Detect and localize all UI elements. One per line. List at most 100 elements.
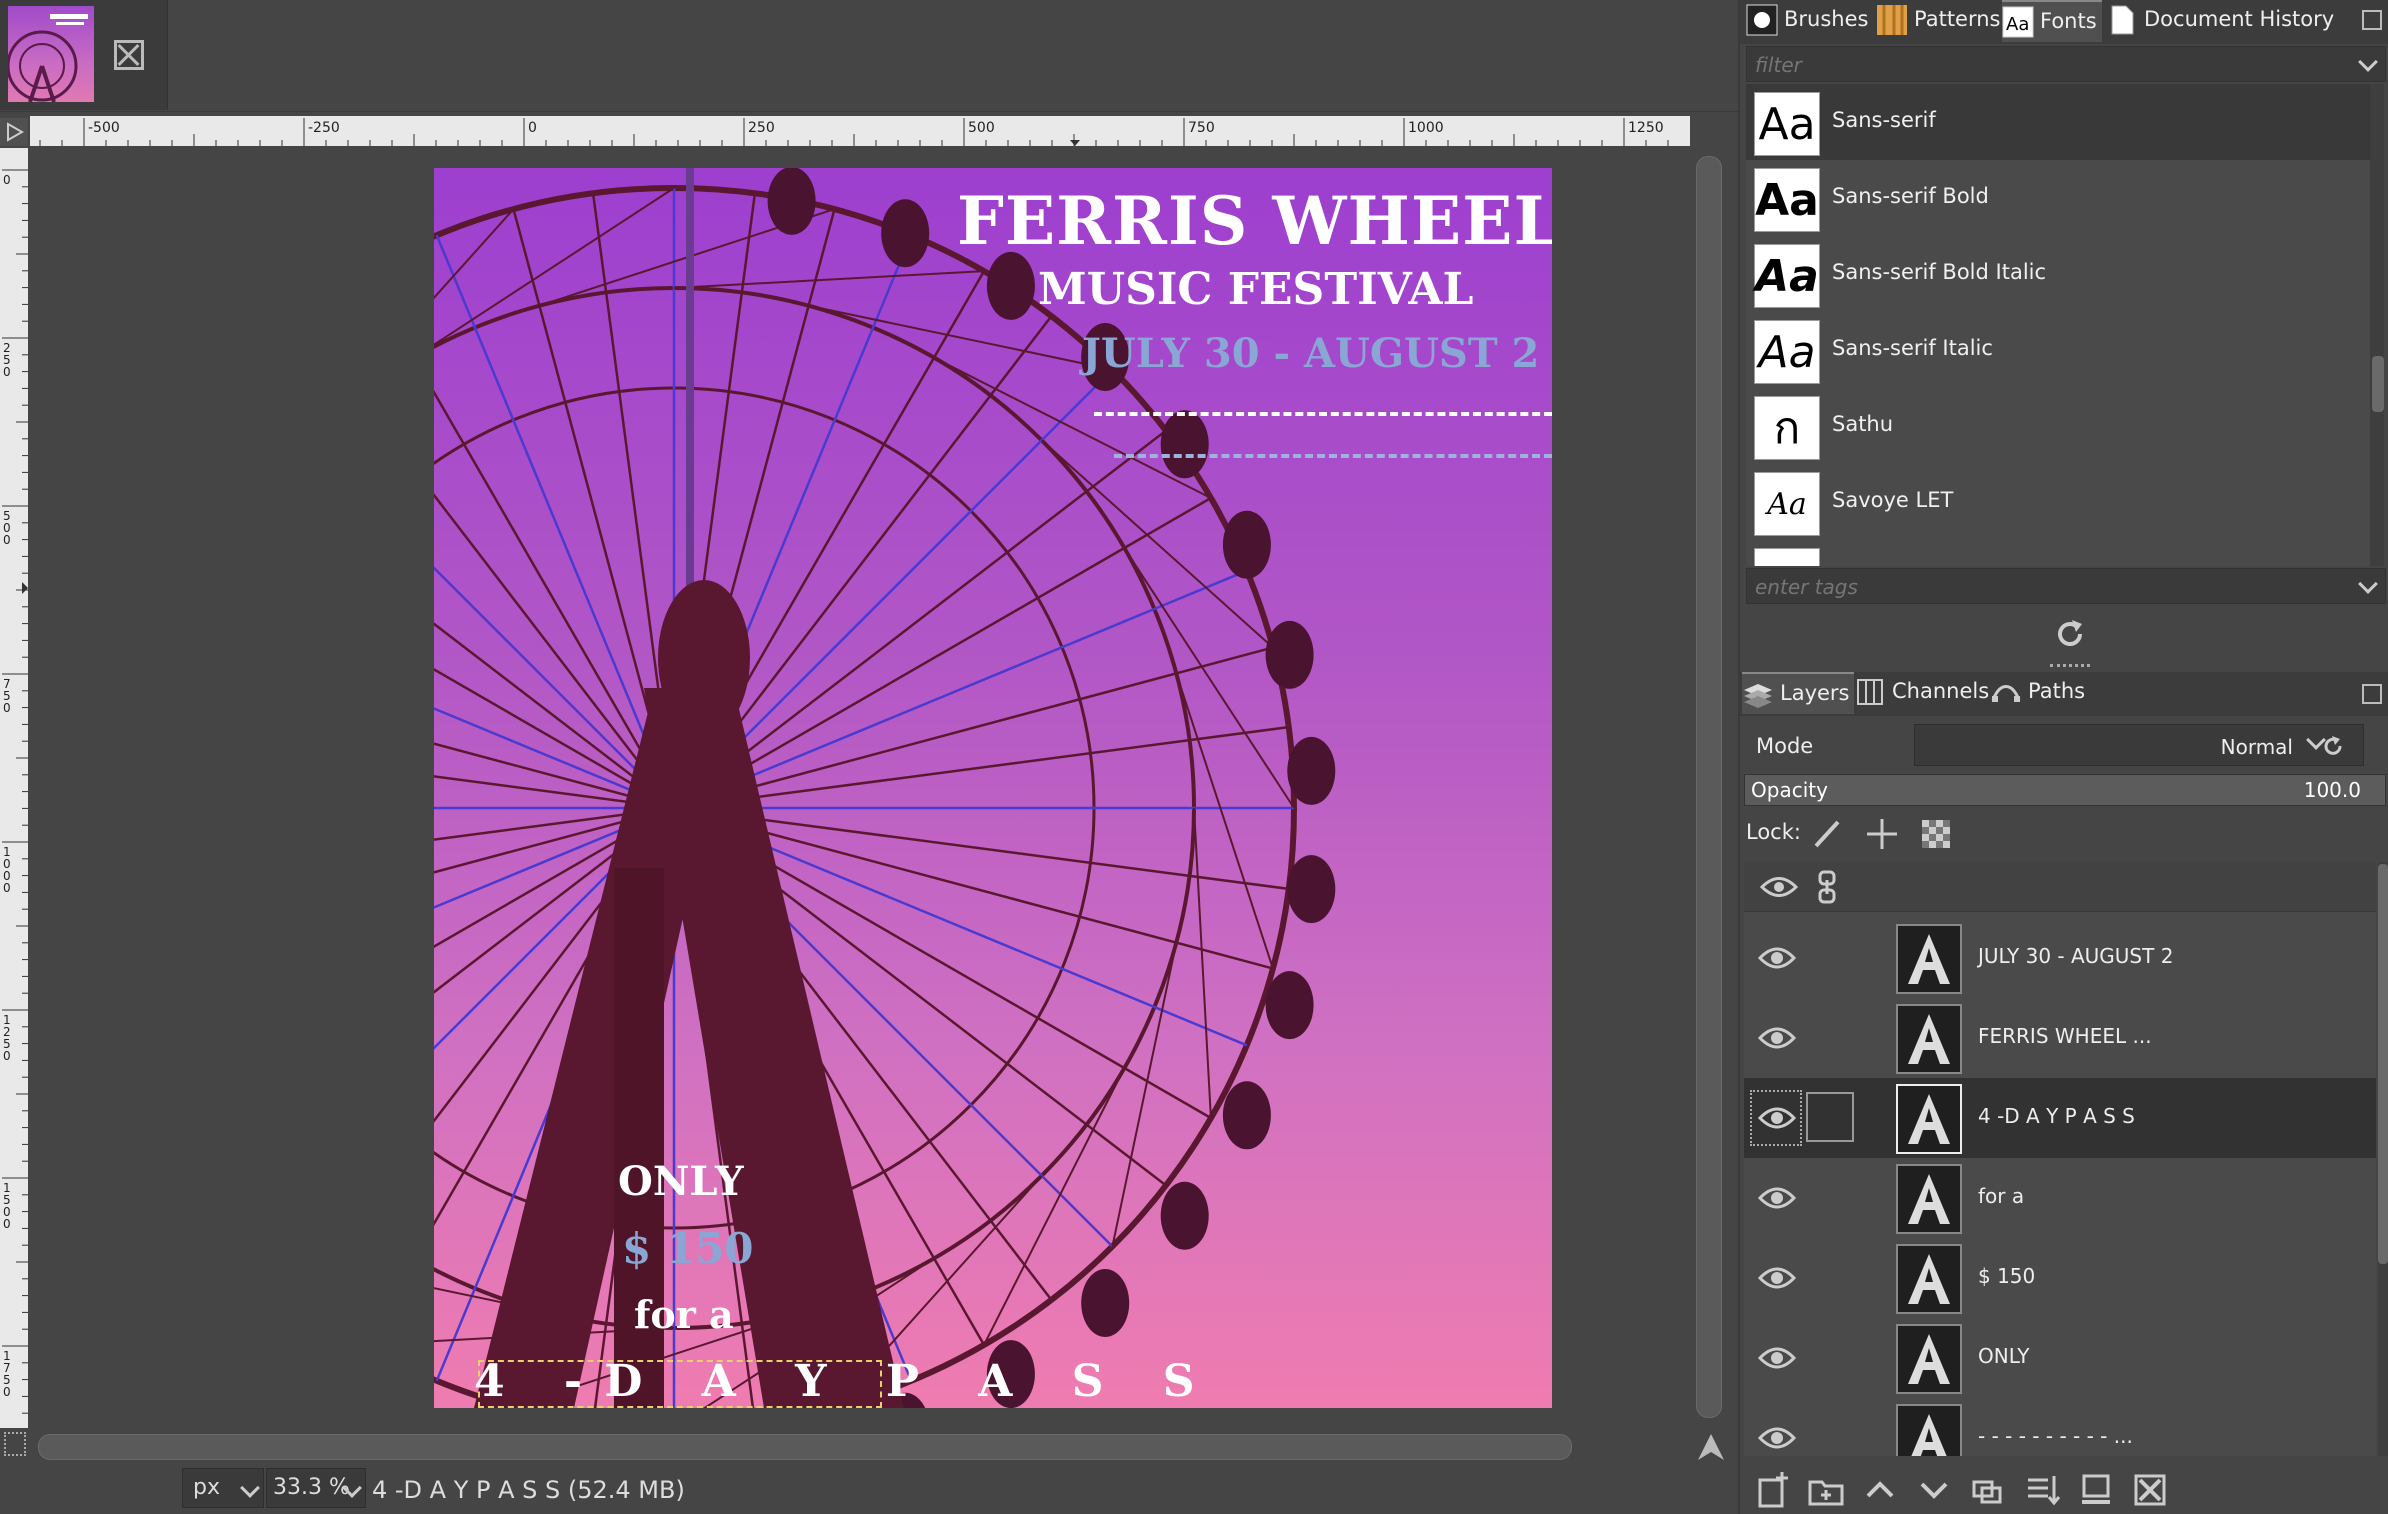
- navigate-icon[interactable]: [1696, 1432, 1726, 1462]
- tab-label: Patterns: [1914, 7, 2001, 31]
- tags-bar: [1746, 568, 2386, 604]
- layer-row[interactable]: for a: [1744, 1158, 2376, 1238]
- eye-icon[interactable]: [1759, 872, 1799, 906]
- new-layer-group-icon[interactable]: [1806, 1470, 1846, 1510]
- tab-label: Fonts: [2040, 9, 2097, 33]
- eye-icon[interactable]: [1757, 942, 1797, 974]
- image-thumbnail[interactable]: [8, 6, 94, 102]
- font-row-sans-serif-bold[interactable]: Aa Sans-serif Bold: [1746, 160, 2372, 236]
- layer-row[interactable]: ONLY: [1744, 1318, 2376, 1398]
- tab-patterns[interactable]: Patterns: [1876, 0, 2002, 42]
- font-preview: Aa: [1754, 244, 1820, 308]
- layer-row[interactable]: - - - - - - - - - - ...: [1744, 1398, 2376, 1456]
- layer-name: for a: [1978, 1184, 2025, 1208]
- font-row-sans-serif[interactable]: Aa Sans-serif: [1746, 84, 2372, 160]
- image-canvas[interactable]: FERRIS WHEEL MUSIC FESTIVAL JULY 30 - AU…: [30, 148, 1690, 1428]
- font-row-sans-serif-bold-italic[interactable]: Aa Sans-serif Bold Italic: [1746, 236, 2372, 312]
- layers-menu-icon[interactable]: [2362, 684, 2382, 704]
- mode-select[interactable]: Normal: [1914, 724, 2364, 766]
- font-row-savoye-let[interactable]: Aa Savoye LET: [1746, 464, 2372, 540]
- close-icon[interactable]: [114, 40, 144, 70]
- poster-pass-text[interactable]: 4 -D A Y P A S S: [474, 1356, 1217, 1407]
- panel-resize-grip[interactable]: [2050, 664, 2090, 670]
- eye-icon[interactable]: [1757, 1262, 1797, 1294]
- filter-input[interactable]: [1755, 51, 2345, 79]
- tab-label: Document History: [2144, 7, 2335, 31]
- layer-list-scrollbar[interactable]: [2378, 862, 2388, 1456]
- eye-icon[interactable]: [1757, 1102, 1797, 1134]
- eye-icon[interactable]: [1757, 1182, 1797, 1214]
- horizontal-scroll-thumb[interactable]: [38, 1434, 1572, 1460]
- tab-label: Brushes: [1784, 7, 1869, 31]
- layer-row[interactable]: $ 150: [1744, 1238, 2376, 1318]
- reset-mode-icon[interactable]: [2322, 734, 2346, 758]
- dashed-line-blue: [1114, 454, 1552, 458]
- dock-menu-icon[interactable]: [2362, 10, 2382, 30]
- duplicate-layer-icon[interactable]: [1968, 1470, 2008, 1510]
- ruler-tick-label: 0: [528, 120, 537, 136]
- unit-select[interactable]: px: [182, 1468, 264, 1508]
- tab-brushes[interactable]: Brushes: [1746, 0, 1878, 42]
- image-tab[interactable]: [0, 0, 168, 110]
- font-row-sans-serif-italic[interactable]: Aa Sans-serif Italic: [1746, 312, 2372, 388]
- merge-down-icon[interactable]: [2022, 1470, 2062, 1510]
- horizontal-scrollbar[interactable]: [30, 1430, 1690, 1462]
- font-preview: Aa: [1754, 472, 1820, 536]
- font-list-scrollbar[interactable]: [2370, 84, 2384, 566]
- layer-row[interactable]: 4 -D A Y P A S S: [1744, 1078, 2376, 1158]
- layer-name: JULY 30 - AUGUST 2: [1978, 944, 2174, 968]
- ruler-tick-label: 1500: [3, 1181, 11, 1231]
- text-layer-icon: [1896, 1244, 1962, 1314]
- vertical-scrollbar[interactable]: [1692, 148, 1724, 1428]
- layers-icon: [1742, 678, 1774, 710]
- quick-mask-menu-button[interactable]: [0, 118, 28, 146]
- lock-alpha-icon[interactable]: [1918, 816, 1954, 852]
- opacity-slider[interactable]: Opacity 100.0: [1744, 774, 2386, 806]
- image-tab-bar: [0, 0, 1738, 112]
- zoom-value: 33.3 %: [273, 1475, 350, 1500]
- chain-toggle[interactable]: [1806, 1092, 1854, 1142]
- font-list-scroll-thumb[interactable]: [2372, 356, 2384, 412]
- lock-position-icon[interactable]: [1864, 816, 1900, 852]
- eye-icon[interactable]: [1757, 1022, 1797, 1054]
- lower-layer-icon[interactable]: [1914, 1470, 1954, 1510]
- poster-image[interactable]: FERRIS WHEEL MUSIC FESTIVAL JULY 30 - AU…: [434, 168, 1552, 1408]
- eye-icon[interactable]: [1757, 1342, 1797, 1374]
- font-name: Sans-serif Bold Italic: [1832, 260, 2047, 284]
- font-name: Sans-serif: [1832, 108, 1936, 132]
- poster-only-text: ONLY: [618, 1158, 744, 1205]
- layer-row[interactable]: FERRIS WHEEL ...: [1744, 998, 2376, 1078]
- tags-input[interactable]: [1755, 573, 2345, 601]
- vertical-ruler[interactable]: 0 250 500 750 1000 1250 1500 1750: [0, 148, 28, 1428]
- layer-name: $ 150: [1978, 1264, 2036, 1288]
- tab-document-history[interactable]: Document History: [2106, 0, 2334, 42]
- refresh-icon[interactable]: [2050, 614, 2090, 654]
- delete-layer-icon[interactable]: [2130, 1470, 2170, 1510]
- chevron-down-icon[interactable]: [2358, 52, 2378, 72]
- raise-layer-icon[interactable]: [1860, 1470, 1900, 1510]
- horizontal-ruler[interactable]: -500-25002505007501000125015001750: [30, 116, 2104, 146]
- font-row-sathu[interactable]: ก Sathu: [1746, 388, 2372, 464]
- new-layer-icon[interactable]: [1752, 1470, 1792, 1510]
- ruler-tick-label: 750: [1188, 120, 1215, 136]
- mode-label: Mode: [1756, 734, 1814, 758]
- tab-fonts[interactable]: Aa Fonts: [2002, 0, 2102, 42]
- tab-label: Channels: [1892, 679, 1990, 703]
- layer-actions-bar: [1740, 1458, 2388, 1514]
- layer-list-scroll-thumb[interactable]: [2378, 864, 2388, 1264]
- lock-pixels-icon[interactable]: [1810, 816, 1846, 852]
- ruler-tick-label: 1000: [3, 845, 11, 895]
- tab-layers[interactable]: Layers: [1742, 672, 1854, 714]
- layer-row[interactable]: JULY 30 - AUGUST 2: [1744, 918, 2376, 998]
- vertical-scroll-thumb[interactable]: [1696, 156, 1722, 1418]
- tab-channels[interactable]: Channels: [1854, 672, 1990, 714]
- chain-icon[interactable]: [1814, 870, 1840, 908]
- font-row-partial[interactable]: [1746, 540, 2372, 566]
- quick-mask-toggle-icon[interactable]: [4, 1432, 26, 1456]
- tab-paths[interactable]: Paths: [1990, 672, 2102, 714]
- anchor-layer-icon[interactable]: [2076, 1470, 2116, 1510]
- chevron-down-icon[interactable]: [2358, 574, 2378, 594]
- eye-icon[interactable]: [1757, 1422, 1797, 1454]
- layer-list-header: [1744, 862, 2376, 912]
- zoom-select[interactable]: 33.3 %: [266, 1468, 366, 1508]
